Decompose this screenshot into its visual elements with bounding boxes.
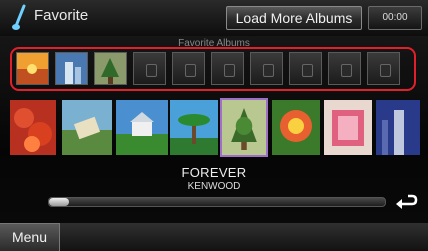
tree-art-icon <box>95 53 126 84</box>
favorite-slot-3[interactable] <box>94 52 127 85</box>
album-cover-selected-tree[interactable] <box>220 98 268 157</box>
clock: 00:00 <box>368 6 422 30</box>
building-art-icon <box>56 53 87 84</box>
track-artist: KENWOOD <box>187 181 241 192</box>
music-note-icon <box>12 4 26 30</box>
favorite-slot-9[interactable] <box>328 52 361 85</box>
header-bar: Favorite Load More Albums 00:00 <box>0 0 428 36</box>
album-cover-flowers[interactable] <box>272 100 320 155</box>
load-more-albums-button[interactable]: Load More Albums <box>226 6 362 30</box>
album-cover-autumn-leaves[interactable] <box>10 100 56 155</box>
favorite-slot-10[interactable] <box>367 52 400 85</box>
album-cover-blue-figure[interactable] <box>376 100 420 155</box>
favorite-albums-caption: Favorite Albums <box>178 38 250 47</box>
playback-progress-bar[interactable] <box>48 197 386 207</box>
favorite-albums-row <box>16 52 414 86</box>
menu-button[interactable]: Menu <box>0 223 60 251</box>
page-title: Favorite <box>34 7 89 24</box>
favorite-slot-8[interactable] <box>289 52 322 85</box>
album-cover-palm-tree[interactable] <box>170 100 218 155</box>
progress-fill <box>49 198 70 206</box>
favorite-slot-5[interactable] <box>172 52 205 85</box>
album-cover-beach-chair[interactable] <box>62 100 112 155</box>
album-cover-flow <box>0 98 428 158</box>
favorite-slot-1[interactable] <box>16 52 49 85</box>
favorite-slot-2[interactable] <box>55 52 88 85</box>
favorite-slot-6[interactable] <box>211 52 244 85</box>
album-cover-house[interactable] <box>116 100 168 155</box>
favorite-slot-4[interactable] <box>133 52 166 85</box>
favorite-screen: Favorite Load More Albums 00:00 Favorite… <box>0 0 428 251</box>
bottom-bar <box>0 223 428 251</box>
sunset-art-icon <box>17 53 48 84</box>
return-arrow-icon[interactable] <box>392 192 420 212</box>
album-cover-pink-pattern[interactable] <box>324 100 372 155</box>
track-title: FOREVER <box>181 165 247 180</box>
favorite-slot-7[interactable] <box>250 52 283 85</box>
